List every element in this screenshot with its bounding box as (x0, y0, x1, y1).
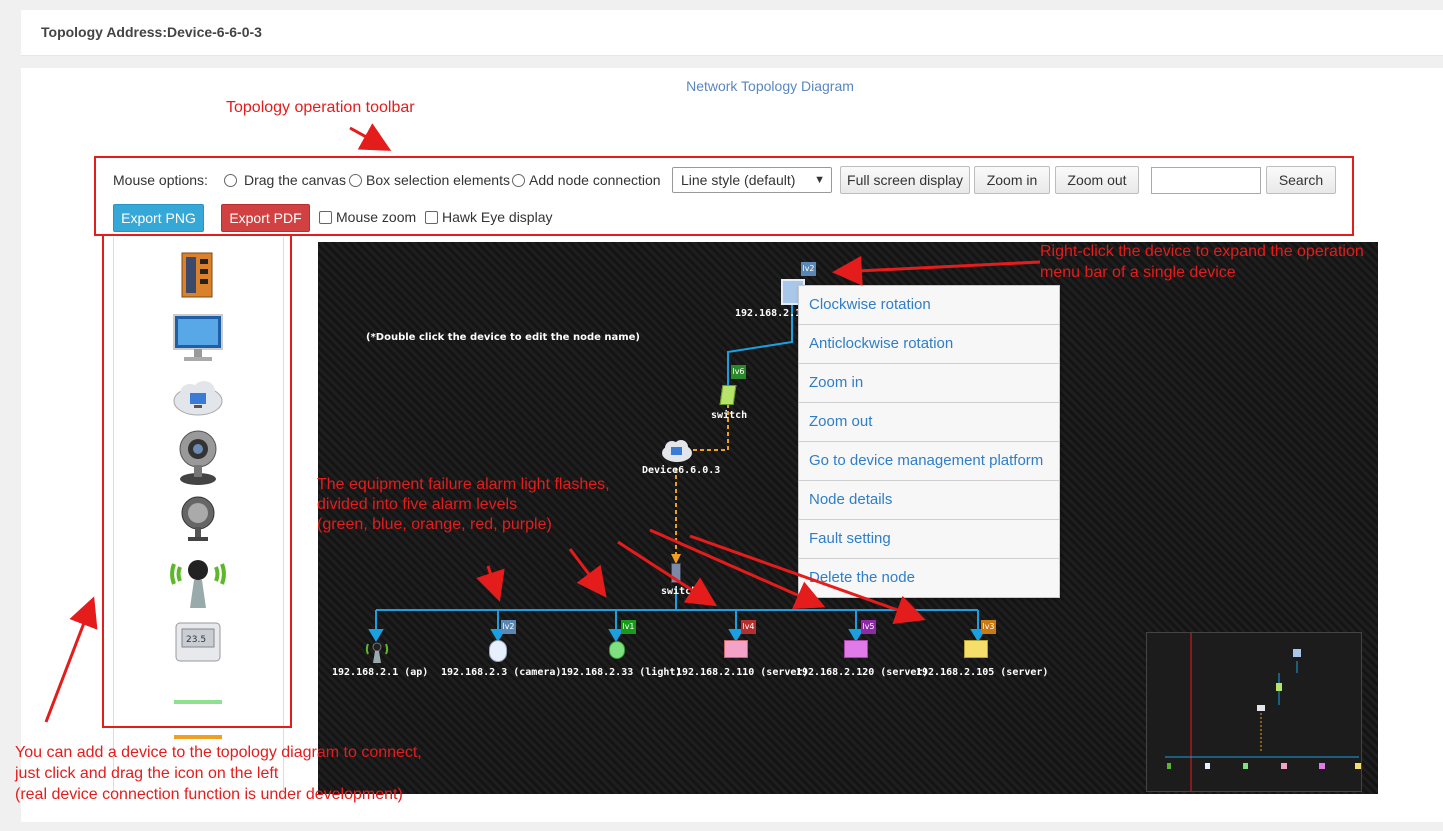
menu-anticlockwise-rotation[interactable]: Anticlockwise rotation (799, 325, 1059, 364)
cloud-device-label: Device6.6.0.3 (642, 465, 721, 476)
ap-node-icon[interactable] (364, 638, 390, 664)
hawk-eye-minimap[interactable] (1146, 632, 1362, 792)
radio-box-selection-label[interactable]: Box selection elements (366, 172, 510, 188)
mouse-options-label: Mouse options: (113, 172, 208, 188)
radio-drag-canvas-label[interactable]: Drag the canvas (244, 172, 346, 188)
server-105-node-icon[interactable] (964, 640, 988, 658)
bottom-node-level-4: lv5 (861, 620, 876, 634)
menu-node-details[interactable]: Node details (799, 481, 1059, 520)
menu-clockwise-rotation[interactable]: Clockwise rotation (799, 286, 1059, 325)
radio-add-connection[interactable] (512, 174, 525, 187)
bottom-node-label-0: 192.168.2.1 (ap) (332, 667, 429, 678)
bottom-node-level-1: lv2 (501, 620, 516, 634)
hawk-eye-label[interactable]: Hawk Eye display (442, 209, 553, 225)
full-screen-button[interactable]: Full screen display (840, 166, 970, 194)
server-120-node-icon[interactable] (844, 640, 868, 658)
monitor-icon[interactable] (173, 314, 223, 361)
zoom-in-button[interactable]: Zoom in (974, 166, 1050, 194)
line-style-select[interactable]: Line style (default) ▼ (672, 167, 832, 193)
industrial-switch-icon[interactable] (181, 252, 213, 298)
orange-line-icon[interactable] (174, 735, 222, 739)
annotation-alarm-line1: The equipment failure alarm light flashe… (317, 476, 610, 493)
export-png-button[interactable]: Export PNG (113, 204, 204, 232)
switch1-icon[interactable] (719, 385, 737, 405)
top-node-label: 192.168.2.10 (735, 308, 808, 319)
bottom-node-label-5: 192.168.2.105 (server) (916, 667, 1049, 678)
radio-add-connection-label[interactable]: Add node connection (529, 172, 661, 188)
webcam-icon[interactable] (179, 430, 217, 485)
bottom-node-level-3: lv4 (741, 620, 756, 634)
cloud-computer-icon[interactable] (173, 381, 223, 416)
menu-delete-node[interactable]: Delete the node (799, 559, 1059, 598)
switch1-label: switch (711, 410, 748, 421)
menu-zoom-out[interactable]: Zoom out (799, 403, 1059, 442)
radio-drag-canvas[interactable] (224, 174, 237, 187)
annotation-alarm-line2: divided into five alarm levels (317, 496, 518, 513)
bottom-node-label-3: 192.168.2.110 (server) (676, 667, 809, 678)
bottom-node-level-2: lv1 (621, 620, 636, 634)
annotation-alarm-line3: (green, blue, orange, red, purple) (317, 516, 552, 533)
annotation-right-click-line2: menu bar of a single device (1040, 264, 1236, 281)
switch1-level-badge: lv6 (731, 365, 746, 379)
svg-text:23.5: 23.5 (186, 635, 206, 645)
spotlight-icon[interactable] (181, 496, 215, 541)
menu-fault-setting[interactable]: Fault setting (799, 520, 1059, 559)
bottom-node-label-1: 192.168.2.3 (camera) (441, 667, 562, 678)
minimap-drawing (1165, 633, 1361, 791)
menu-zoom-in[interactable]: Zoom in (799, 364, 1059, 403)
switch2-label: switch (661, 586, 698, 597)
server-110-node-icon[interactable] (724, 640, 748, 658)
bottom-node-level-5: lv3 (981, 620, 996, 634)
light-node-icon[interactable] (609, 641, 625, 659)
line-style-value: Line style (default) (681, 172, 796, 188)
annotation-left-line1: You can add a device to the topology dia… (15, 744, 422, 761)
thermometer-icon[interactable]: 23.5 (175, 622, 221, 662)
diagram-title: Network Topology Diagram (686, 78, 854, 94)
green-line-icon[interactable] (174, 700, 222, 704)
chevron-down-icon: ▼ (814, 174, 825, 186)
annotation-right-click-line1: Right-click the device to expand the ope… (1040, 243, 1364, 260)
search-input[interactable] (1151, 167, 1261, 194)
zoom-out-button[interactable]: Zoom out (1055, 166, 1139, 194)
bottom-node-label-2: 192.168.2.33 (light) (561, 667, 682, 678)
search-button[interactable]: Search (1266, 166, 1336, 194)
page-title: Topology Address:Device-6-6-0-3 (41, 24, 262, 40)
annotation-toolbar: Topology operation toolbar (226, 99, 415, 116)
top-node-level-badge: lv2 (801, 262, 816, 276)
bottom-node-label-4: 192.168.2.120 (server) (796, 667, 929, 678)
annotation-left-line2: just click and drag the icon on the left (15, 765, 279, 782)
radio-box-selection[interactable] (349, 174, 362, 187)
annotation-left-line3: (real device connection function is unde… (15, 786, 403, 803)
cloud-device-icon[interactable] (660, 438, 694, 464)
node-context-menu: Clockwise rotation Anticlockwise rotatio… (798, 285, 1060, 598)
mouse-zoom-checkbox[interactable] (319, 211, 332, 224)
menu-go-to-device-platform[interactable]: Go to device management platform (799, 442, 1059, 481)
export-pdf-button[interactable]: Export PDF (221, 204, 310, 232)
palette-icons: 23.5 (170, 252, 226, 739)
wireless-ap-icon[interactable] (170, 560, 226, 608)
header-bar: Topology Address:Device-6-6-0-3 (21, 10, 1443, 56)
hawk-eye-checkbox[interactable] (425, 211, 438, 224)
camera-node-icon[interactable] (489, 640, 507, 662)
switch2-icon[interactable] (671, 563, 681, 583)
mouse-zoom-label[interactable]: Mouse zoom (336, 209, 416, 225)
